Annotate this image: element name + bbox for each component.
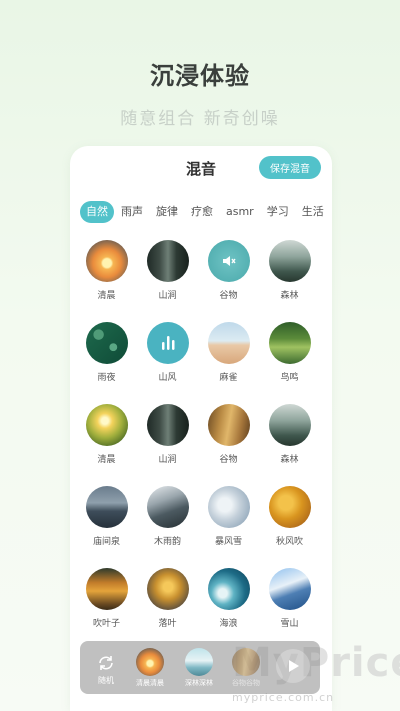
lake-icon — [85, 486, 128, 528]
tab-nature[interactable]: 自然 — [80, 201, 114, 223]
sound-item[interactable]: 庙间泉 — [76, 486, 137, 548]
hero-title: 沉浸体验 — [150, 62, 250, 90]
sound-grid: 清晨 山涧 谷物 森林 雨夜 山风 麻雀 鸟鸣 清晨 山涧 谷物 森林 庙间泉 … — [76, 240, 332, 630]
sound-item[interactable]: 山涧 — [137, 240, 198, 302]
desert-icon — [207, 322, 250, 364]
wheat-icon[interactable] — [232, 648, 260, 676]
mix-item-label: 深林深林 — [185, 679, 213, 687]
sound-item[interactable]: 森林 — [259, 404, 320, 466]
snowy-hill-icon[interactable] — [185, 648, 213, 676]
sound-item[interactable]: 森林 — [259, 240, 320, 302]
mix-item-label: 谷物谷物 — [232, 679, 260, 687]
autumn-trees-icon — [85, 568, 128, 610]
play-icon — [289, 660, 299, 672]
frost-leaf-icon — [207, 486, 250, 528]
wave-icon — [207, 568, 250, 610]
sound-item[interactable]: 谷物 — [198, 404, 259, 466]
sound-item[interactable]: 鸟鸣 — [259, 322, 320, 384]
rain-leaf-icon — [85, 322, 128, 364]
tab-study[interactable]: 学习 — [261, 201, 295, 223]
sound-item[interactable]: 清晨 — [76, 240, 137, 302]
sound-item[interactable]: 清晨 — [76, 404, 137, 466]
autumn-leaves-icon — [268, 486, 311, 528]
misty-forest-icon — [268, 404, 311, 446]
tab-melody[interactable]: 旋律 — [150, 201, 184, 223]
misty-forest-icon — [268, 240, 311, 282]
mix-item-label: 清晨清晨 — [136, 679, 164, 687]
sunlight-icon — [85, 404, 128, 446]
shuffle-icon — [99, 656, 113, 670]
snow-mountain-icon — [268, 568, 311, 610]
hero-subtitle: 随意组合 新奇创噪 — [120, 109, 280, 129]
sound-item[interactable]: 暴风雪 — [198, 486, 259, 548]
equalizer-icon — [146, 322, 189, 364]
sound-item[interactable]: 山风 — [137, 322, 198, 384]
tab-asmr[interactable]: asmr — [220, 201, 260, 223]
forest-stream-icon — [146, 404, 189, 446]
play-button[interactable] — [276, 649, 310, 683]
shuffle-button[interactable] — [94, 653, 118, 677]
mix-player-bar: 随机 清晨清晨 深林深林 谷物谷物 — [80, 641, 320, 694]
tab-rain[interactable]: 雨声 — [115, 201, 149, 223]
save-mix-button[interactable]: 保存混音 — [259, 156, 321, 179]
falling-leaves-icon — [146, 568, 189, 610]
sound-item[interactable]: 山涧 — [137, 404, 198, 466]
greenery-icon — [268, 322, 311, 364]
forest-stream-icon — [146, 240, 189, 282]
sound-item[interactable]: 谷物 — [198, 240, 259, 302]
category-tabs: 自然 雨声 旋律 疗愈 asmr 学习 生活 — [80, 201, 332, 223]
sunrise-icon[interactable] — [136, 648, 164, 676]
sound-item[interactable]: 秋风吹 — [259, 486, 320, 548]
sound-item[interactable]: 落叶 — [137, 568, 198, 630]
wheat-icon — [207, 404, 250, 446]
tab-life[interactable]: 生活 — [296, 201, 330, 223]
tab-healing[interactable]: 疗愈 — [185, 201, 219, 223]
sound-item[interactable]: 木雨韵 — [137, 486, 198, 548]
mute-speaker-icon — [207, 240, 250, 282]
mixer-card: 混音 保存混音 自然 雨声 旋律 疗愈 asmr 学习 生活 清晨 山涧 谷物 … — [70, 146, 332, 711]
sound-item[interactable]: 雨夜 — [76, 322, 137, 384]
mountain-icon — [146, 486, 189, 528]
sound-item[interactable]: 海浪 — [198, 568, 259, 630]
shuffle-label: 随机 — [98, 676, 114, 685]
sound-item[interactable]: 吹叶子 — [76, 568, 137, 630]
sound-item[interactable]: 麻雀 — [198, 322, 259, 384]
sunrise-icon — [85, 240, 128, 282]
sound-item[interactable]: 雪山 — [259, 568, 320, 630]
